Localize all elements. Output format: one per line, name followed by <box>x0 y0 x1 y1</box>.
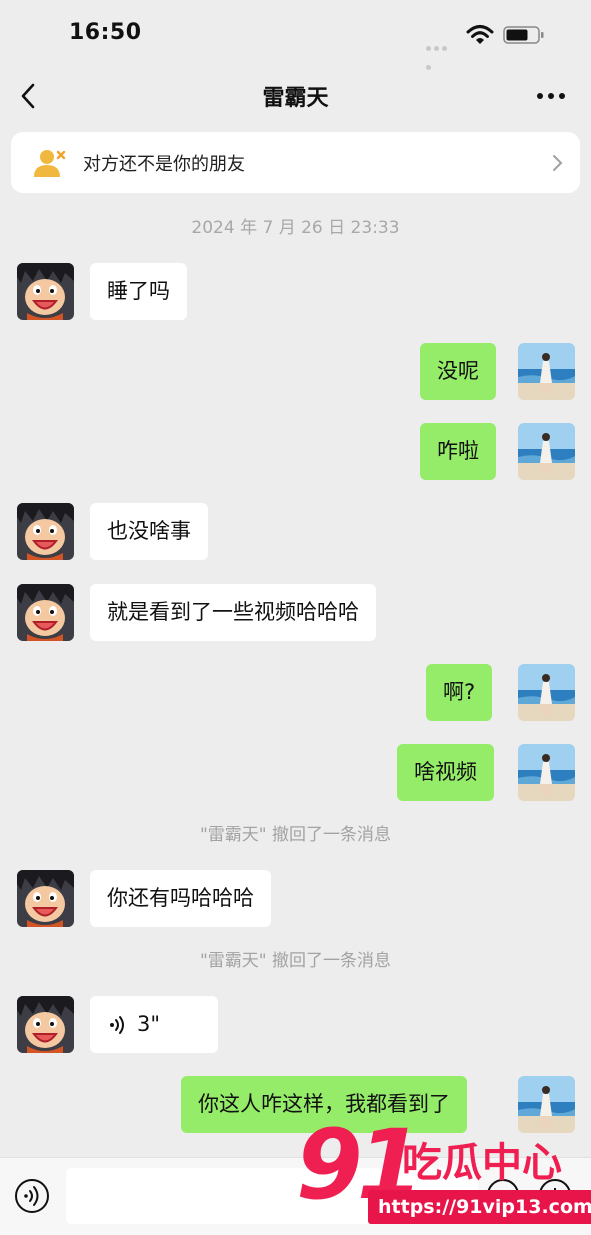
status-bar: 16:50 <box>0 0 591 70</box>
avatar-contact[interactable] <box>17 584 74 641</box>
chat-timestamp: 2024 年 7 月 26 日 23:33 <box>191 218 400 238</box>
not-friend-banner[interactable]: 对方还不是你的朋友 <box>11 132 580 193</box>
avatar-contact[interactable] <box>17 870 74 927</box>
message-bubble[interactable]: 也没啥事 <box>90 503 208 560</box>
wifi-icon <box>466 25 494 44</box>
status-time: 16:50 <box>69 20 142 45</box>
message-bubble[interactable]: 咋啦 <box>420 423 496 480</box>
message-bubble[interactable]: 啥视频 <box>397 744 494 801</box>
avatar-contact[interactable] <box>17 263 74 320</box>
avatar-contact[interactable] <box>17 503 74 560</box>
user-x-icon <box>34 150 66 177</box>
avatar-self[interactable] <box>518 343 575 400</box>
message-bubble[interactable]: 睡了吗 <box>90 263 187 320</box>
more-icon[interactable] <box>536 92 566 100</box>
voice-message-bubble[interactable]: 3" <box>90 996 218 1053</box>
avatar-self[interactable] <box>518 744 575 801</box>
chevron-right-icon <box>553 155 563 171</box>
message-bubble[interactable]: 啊? <box>426 664 493 721</box>
watermark-logo: 91 吃瓜中心 https://91vip13.com <box>296 1110 591 1234</box>
chat-title: 雷霸天 <box>262 86 329 111</box>
signal-icon <box>426 36 456 70</box>
avatar-self[interactable] <box>518 664 575 721</box>
message-bubble[interactable]: 没呢 <box>420 343 496 400</box>
nav-bar: 雷霸天 <box>0 64 591 128</box>
message-bubble[interactable]: 就是看到了一些视频哈哈哈 <box>90 584 376 641</box>
avatar-self[interactable] <box>518 423 575 480</box>
watermark-url: https://91vip13.com <box>368 1190 591 1224</box>
message-bubble[interactable]: 你还有吗哈哈哈 <box>90 870 271 927</box>
battery-icon <box>503 26 544 44</box>
voice-input-icon[interactable] <box>14 1178 50 1214</box>
banner-text: 对方还不是你的朋友 <box>83 154 245 175</box>
recall-notice: "雷霸天" 撤回了一条消息 <box>199 825 392 845</box>
watermark-title: 吃瓜中心 <box>402 1140 562 1186</box>
voice-duration: 3" <box>137 1012 161 1036</box>
avatar-contact[interactable] <box>17 996 74 1053</box>
recall-notice: "雷霸天" 撤回了一条消息 <box>199 951 392 971</box>
voice-wave-icon <box>110 1016 124 1034</box>
